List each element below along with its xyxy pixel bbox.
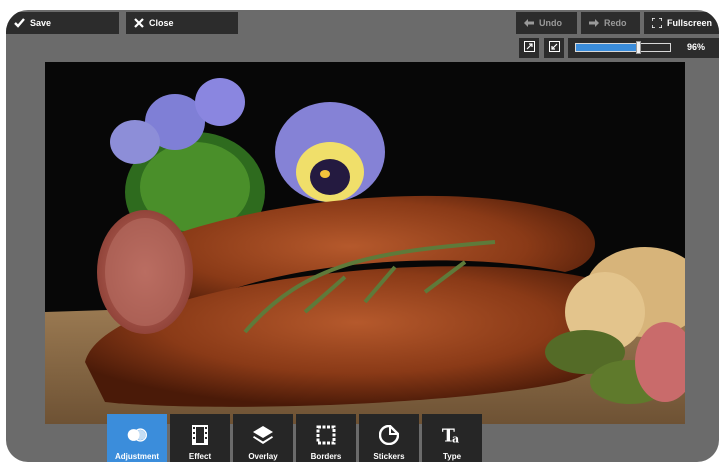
sticker-icon: [378, 424, 400, 446]
film-icon: [189, 424, 211, 446]
save-button[interactable]: Save: [6, 12, 119, 34]
actual-size-button[interactable]: [544, 38, 564, 58]
x-icon: [134, 18, 144, 28]
fit-to-screen-button[interactable]: [519, 38, 539, 58]
zoom-percentage: 96%: [686, 42, 705, 52]
fullscreen-button[interactable]: Fullscreen: [644, 12, 719, 34]
tool-borders[interactable]: Borders: [296, 414, 356, 462]
tool-effect[interactable]: Effect: [170, 414, 230, 462]
tool-adjustment[interactable]: Adjustment: [107, 414, 167, 462]
redo-button[interactable]: Redo: [581, 12, 640, 34]
actual-size-icon: [548, 39, 560, 57]
photo-editor-window: Save Close Undo Redo Fullscreen 96% Adju…: [6, 10, 719, 462]
editor-frame: Save Close Undo Redo Fullscreen 96% Adju…: [0, 0, 723, 466]
layers-icon: [252, 424, 274, 446]
undo-button[interactable]: Undo: [516, 12, 577, 34]
tool-label: Borders: [310, 452, 342, 461]
tool-label: Overlay: [248, 452, 278, 461]
undo-label: Undo: [539, 18, 562, 28]
close-label: Close: [149, 18, 174, 28]
tool-label: Adjustment: [115, 452, 159, 461]
expand-icon: [652, 18, 662, 28]
arrow-right-icon: [589, 19, 599, 27]
adjustment-icon: [126, 424, 148, 446]
svg-text:a: a: [452, 432, 459, 445]
sausage-photo: [45, 62, 685, 424]
zoom-slider-fill: [576, 44, 638, 51]
tool-type[interactable]: Ta Type: [422, 414, 482, 462]
checkmark-icon: [14, 18, 25, 28]
fullscreen-label: Fullscreen: [667, 18, 713, 28]
close-button[interactable]: Close: [126, 12, 238, 34]
save-label: Save: [30, 18, 52, 28]
photo-canvas[interactable]: [45, 62, 685, 424]
fit-to-screen-icon: [523, 39, 535, 57]
tool-label: Effect: [188, 452, 212, 461]
zoom-slider[interactable]: [575, 41, 671, 54]
tool-label: Stickers: [373, 452, 405, 461]
redo-label: Redo: [604, 18, 627, 28]
text-type-icon: Ta: [441, 424, 463, 446]
zoom-control: 96%: [568, 38, 719, 58]
arrow-left-icon: [524, 19, 534, 27]
tool-overlay[interactable]: Overlay: [233, 414, 293, 462]
tool-label: Type: [442, 452, 462, 461]
tool-bar: Adjustment Effect Overlay Borders Sticke…: [107, 414, 485, 462]
zoom-slider-handle[interactable]: [636, 41, 641, 54]
border-frame-icon: [315, 424, 337, 446]
tool-stickers[interactable]: Stickers: [359, 414, 419, 462]
